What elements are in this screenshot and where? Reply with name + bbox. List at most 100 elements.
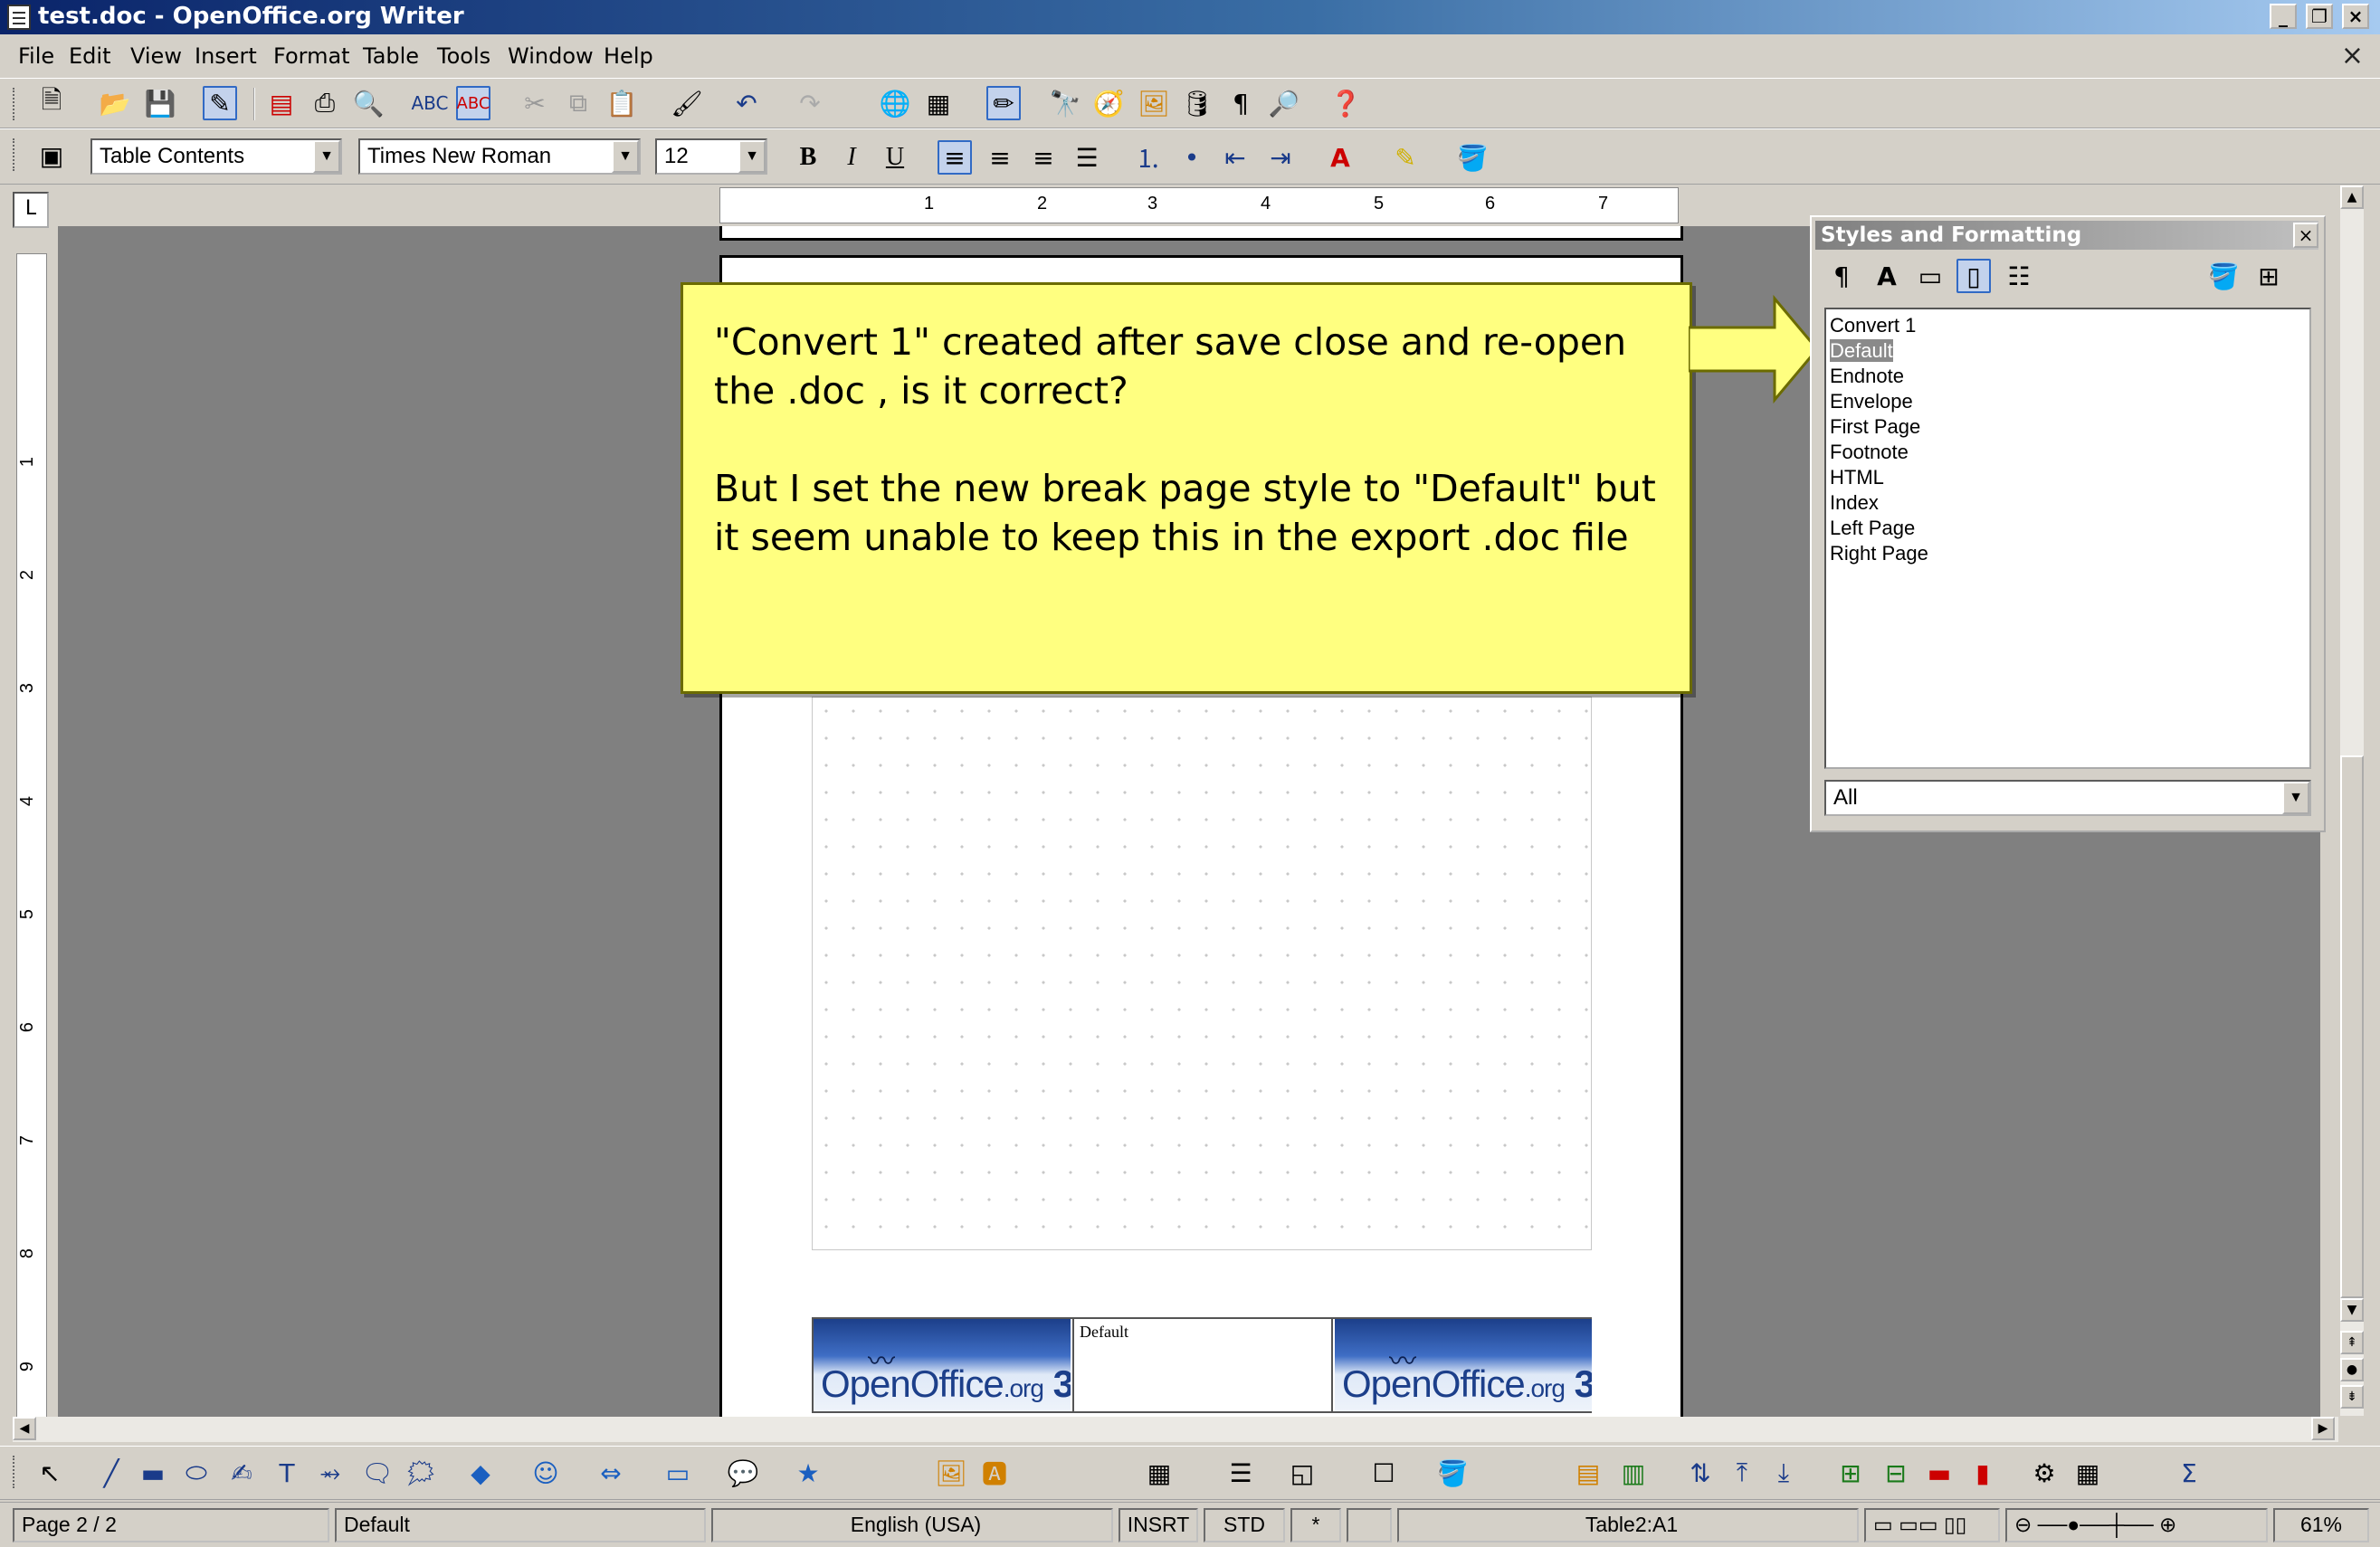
menu-insert[interactable]: Insert bbox=[195, 43, 257, 69]
stars-icon[interactable]: ★ bbox=[791, 1456, 825, 1490]
menu-tools[interactable]: Tools bbox=[437, 43, 490, 69]
ellipse-icon[interactable]: ⬭ bbox=[179, 1456, 214, 1490]
help-icon[interactable]: ❓ bbox=[1328, 86, 1363, 120]
data-sources-icon[interactable]: 🛢 bbox=[1180, 86, 1214, 120]
print-icon[interactable]: ⎙ bbox=[308, 86, 342, 120]
menu-edit[interactable]: Edit bbox=[69, 43, 110, 69]
scroll-thumb[interactable] bbox=[2340, 755, 2364, 1298]
delete-rows-icon[interactable]: ▬ bbox=[1922, 1456, 1956, 1490]
numbering-icon[interactable]: ⒈ bbox=[1131, 140, 1166, 175]
panel-close-button[interactable]: × bbox=[2293, 223, 2318, 248]
block-arrows-icon[interactable]: ⇔ bbox=[594, 1456, 628, 1490]
style-item[interactable]: Envelope bbox=[1830, 389, 2306, 414]
gallery-icon[interactable]: 🖼 bbox=[1137, 86, 1171, 120]
zoom-slider[interactable]: ⊖ ──●──┼── ⊕ bbox=[2005, 1508, 2268, 1542]
chevron-down-icon[interactable]: ▼ bbox=[313, 140, 340, 173]
copy-icon[interactable]: ⧉ bbox=[561, 86, 595, 120]
wrap-icon[interactable]: ◱ bbox=[1285, 1456, 1319, 1490]
footer-table[interactable]: 〰 OpenOffice.org 3 Default 〰 OpenOffice.… bbox=[812, 1317, 1592, 1413]
style-item[interactable]: Endnote bbox=[1830, 364, 2306, 389]
save-icon[interactable]: 💾 bbox=[143, 86, 177, 120]
page-style-indicator[interactable]: Default bbox=[335, 1508, 706, 1542]
toolbar-grip[interactable] bbox=[13, 138, 18, 171]
sum-icon[interactable]: Σ bbox=[2172, 1456, 2206, 1490]
style-item[interactable]: Convert 1 bbox=[1830, 313, 2306, 338]
align-right-icon[interactable]: ≡ bbox=[1026, 140, 1061, 175]
paragraph-style-combo[interactable]: Table Contents ▼ bbox=[90, 138, 342, 175]
basic-shapes-icon[interactable]: ◆ bbox=[463, 1456, 498, 1490]
italic-button[interactable]: I bbox=[834, 140, 869, 175]
styles-formatting-icon[interactable]: ▣ bbox=[34, 138, 69, 173]
style-item[interactable]: Right Page bbox=[1830, 541, 2306, 566]
vertical-scrollbar[interactable]: ▲ ▼ ⇞ ● ⇟ bbox=[2340, 185, 2364, 1416]
bold-button[interactable]: B bbox=[791, 140, 825, 175]
formatting-marks-icon[interactable]: ¶ bbox=[1223, 86, 1258, 120]
selection-mode-indicator[interactable]: STD bbox=[1204, 1508, 1285, 1542]
callout-shapes-icon[interactable]: 💬 bbox=[726, 1456, 760, 1490]
flowchart-icon[interactable]: ▭ bbox=[661, 1456, 695, 1490]
page-preview-icon[interactable]: 🔍 bbox=[351, 86, 386, 120]
find-replace-icon[interactable]: 🔭 bbox=[1048, 86, 1082, 120]
scroll-up-icon[interactable]: ▲ bbox=[2340, 185, 2364, 209]
split-cells-icon[interactable]: ⊟ bbox=[1879, 1456, 1913, 1490]
chevron-down-icon[interactable]: ▼ bbox=[2282, 782, 2309, 814]
menu-help[interactable]: Help bbox=[604, 43, 653, 69]
spellcheck-icon[interactable]: ABC bbox=[412, 86, 449, 120]
table-icon[interactable]: ▦ bbox=[921, 86, 956, 120]
horizontal-scrollbar[interactable]: ◀ ▶ bbox=[13, 1417, 2338, 1442]
rectangle-icon[interactable]: ▬ bbox=[136, 1456, 170, 1490]
horizontal-ruler[interactable]: 1 2 3 4 5 6 7 bbox=[719, 187, 1679, 223]
text-icon[interactable]: T bbox=[270, 1456, 304, 1490]
delete-columns-icon[interactable]: ▮ bbox=[1966, 1456, 2000, 1490]
page-body-area[interactable] bbox=[812, 697, 1592, 1250]
from-file-icon[interactable]: 🖼 bbox=[934, 1456, 968, 1490]
export-pdf-icon[interactable]: ▤ bbox=[264, 86, 299, 120]
scroll-down-icon[interactable]: ▼ bbox=[2340, 1298, 2364, 1322]
callouts-icon[interactable]: ⥇ bbox=[313, 1456, 347, 1490]
merge-cells-icon[interactable]: ⊞ bbox=[1833, 1456, 1868, 1490]
vertical-ruler[interactable]: 1 2 3 4 5 6 7 8 9 bbox=[16, 253, 47, 1420]
hyperlink-icon[interactable]: 🌐 bbox=[878, 86, 912, 120]
symbol-shapes-icon[interactable]: ☺ bbox=[528, 1456, 563, 1490]
page-styles-icon[interactable]: ▯ bbox=[1956, 259, 1991, 293]
decrease-indent-icon[interactable]: ⇤ bbox=[1218, 140, 1252, 175]
justify-icon[interactable]: ☰ bbox=[1070, 140, 1104, 175]
menu-window[interactable]: Window bbox=[508, 43, 594, 69]
fill-format-mode-icon[interactable]: 🪣 bbox=[2206, 259, 2241, 293]
freeform-icon[interactable]: ✍ bbox=[224, 1456, 259, 1490]
zoom-icon[interactable]: 🔎 bbox=[1267, 86, 1301, 120]
style-item[interactable]: Footnote bbox=[1830, 440, 2306, 465]
menu-table[interactable]: Table bbox=[363, 43, 419, 69]
font-size-combo[interactable]: 12 ▼ bbox=[655, 138, 767, 175]
table-icon[interactable]: ▦ bbox=[1142, 1456, 1176, 1490]
open-folder-icon[interactable]: 📂 bbox=[98, 86, 132, 120]
view-layout-buttons[interactable]: ▭ ▭▭ ▯▯ bbox=[1864, 1508, 2000, 1542]
chevron-down-icon[interactable]: ▼ bbox=[738, 140, 766, 173]
style-item[interactable]: First Page bbox=[1830, 414, 2306, 440]
new-style-from-selection-icon[interactable]: ⊞ bbox=[2251, 259, 2286, 293]
minimize-button[interactable]: _ bbox=[2270, 4, 2297, 29]
zoom-percentage[interactable]: 61% bbox=[2273, 1508, 2369, 1542]
autospellcheck-icon[interactable]: ABC bbox=[456, 86, 490, 120]
text-animation-icon[interactable]: 🗨 bbox=[360, 1456, 395, 1490]
language-indicator[interactable]: English (USA) bbox=[711, 1508, 1113, 1542]
fill-icon[interactable]: 🪣 bbox=[1435, 1456, 1470, 1490]
close-document-button[interactable]: × bbox=[2341, 40, 2364, 71]
paste-icon[interactable]: 📋 bbox=[605, 86, 639, 120]
toolbar-grip[interactable] bbox=[13, 88, 18, 120]
fontwork-gallery-icon[interactable]: 🅰 bbox=[977, 1456, 1012, 1490]
show-draw-functions-icon[interactable]: ✏ bbox=[986, 86, 1021, 120]
frame-styles-icon[interactable]: ▭ bbox=[1913, 259, 1947, 293]
next-page-icon[interactable]: ⇟ bbox=[2340, 1385, 2364, 1409]
restore-button[interactable]: ❐ bbox=[2306, 4, 2333, 29]
scroll-left-icon[interactable]: ◀ bbox=[13, 1417, 36, 1440]
borders-icon[interactable]: ☐ bbox=[1366, 1456, 1401, 1490]
insert-columns-icon[interactable]: ▥ bbox=[1616, 1456, 1651, 1490]
style-item[interactable]: Index bbox=[1830, 490, 2306, 516]
align-top-icon[interactable]: ⤒ bbox=[1725, 1456, 1759, 1490]
align-center-icon[interactable]: ≡ bbox=[983, 140, 1017, 175]
clone-formatting-icon[interactable]: 🖌 bbox=[670, 86, 704, 120]
list-styles-icon[interactable]: ☷ bbox=[2002, 259, 2036, 293]
style-item[interactable]: HTML bbox=[1830, 465, 2306, 490]
align-left-icon[interactable]: ≡ bbox=[938, 140, 972, 175]
